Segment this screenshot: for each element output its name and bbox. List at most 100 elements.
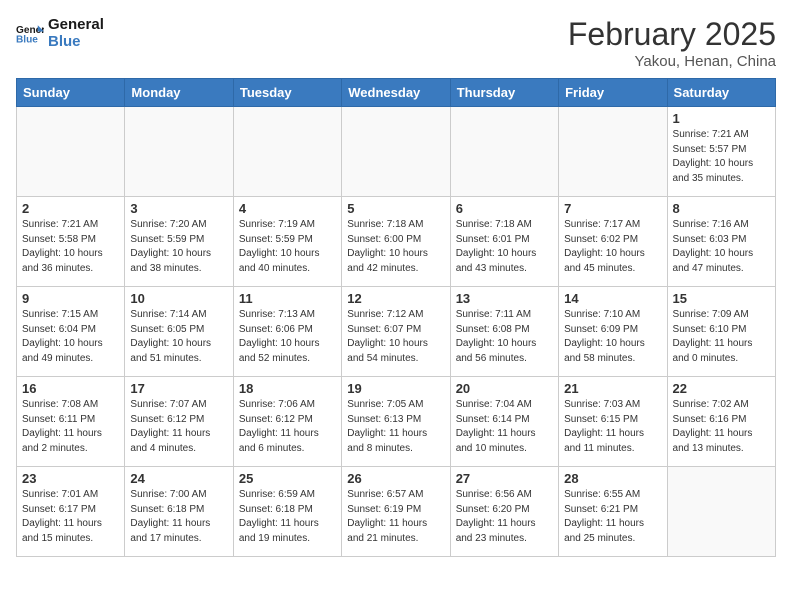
day-cell: 4Sunrise: 7:19 AM Sunset: 5:59 PM Daylig…: [233, 197, 341, 287]
day-number: 8: [673, 201, 770, 216]
col-header-tuesday: Tuesday: [233, 79, 341, 107]
day-cell: 16 Sunrise: 7:08 AM Sunset: 6:11 PM Dayli…: [17, 377, 125, 467]
day-number: 1: [673, 111, 770, 126]
day-cell: 5Sunrise: 7:18 AM Sunset: 6:00 PM Daylig…: [342, 197, 450, 287]
day-info: Sunrise: 7:06 AM Sunset: 6:12 PM Dayligh…: [239, 398, 336, 456]
day-info: Sunrise: 7:14 AM Sunset: 6:05 PM Dayligh…: [130, 308, 227, 366]
col-header-friday: Friday: [559, 79, 667, 107]
day-info: Sunrise: 7:00 AM Sunset: 6:18 PM Dayligh…: [130, 488, 227, 546]
day-number: 17: [130, 381, 227, 396]
calendar-table: SundayMondayTuesdayWednesdayThursdayFrid…: [16, 78, 776, 557]
day-info: Sunrise: 7:20 AM Sunset: 5:59 PM Dayligh…: [130, 218, 227, 276]
day-cell: [450, 107, 558, 197]
day-info: Sunrise: 7:03 AM Sunset: 6:15 PM Dayligh…: [564, 398, 661, 456]
day-info: Sunrise: 7:07 AM Sunset: 6:12 PM Dayligh…: [130, 398, 227, 456]
day-cell: 27 Sunrise: 6:56 AM Sunset: 6:20 PM Dayli…: [450, 467, 558, 557]
week-row-5: 23 Sunrise: 7:01 AM Sunset: 6:17 PM Dayli…: [17, 467, 776, 557]
day-number: 15: [673, 291, 770, 306]
day-number: 16: [22, 381, 119, 396]
page-header: General Blue General Blue February 2025 …: [16, 16, 776, 70]
day-cell: 12Sunrise: 7:12 AM Sunset: 6:07 PM Dayli…: [342, 287, 450, 377]
day-number: 11: [239, 291, 336, 306]
day-cell: 24Sunrise: 7:00 AM Sunset: 6:18 PM Dayli…: [125, 467, 233, 557]
col-header-sunday: Sunday: [17, 79, 125, 107]
day-info: Sunrise: 7:16 AM Sunset: 6:03 PM Dayligh…: [673, 218, 770, 276]
day-number: 18: [239, 381, 336, 396]
day-number: 3: [130, 201, 227, 216]
day-cell: 6 Sunrise: 7:18 AM Sunset: 6:01 PM Daylig…: [450, 197, 558, 287]
day-info: Sunrise: 7:17 AM Sunset: 6:02 PM Dayligh…: [564, 218, 661, 276]
day-cell: 8 Sunrise: 7:16 AM Sunset: 6:03 PM Daylig…: [667, 197, 775, 287]
day-number: 21: [564, 381, 661, 396]
day-info: Sunrise: 7:09 AM Sunset: 6:10 PM Dayligh…: [673, 308, 770, 366]
day-info: Sunrise: 7:15 AM Sunset: 6:04 PM Dayligh…: [22, 308, 119, 366]
day-number: 2: [22, 201, 119, 216]
day-cell: [233, 107, 341, 197]
day-cell: 15 Sunrise: 7:09 AM Sunset: 6:10 PM Dayli…: [667, 287, 775, 377]
day-number: 5: [347, 201, 444, 216]
day-number: 23: [22, 471, 119, 486]
col-header-thursday: Thursday: [450, 79, 558, 107]
day-number: 9: [22, 291, 119, 306]
day-cell: 3 Sunrise: 7:20 AM Sunset: 5:59 PM Daylig…: [125, 197, 233, 287]
month-title: February 2025: [568, 16, 776, 53]
day-cell: 2 Sunrise: 7:21 AM Sunset: 5:58 PM Daylig…: [17, 197, 125, 287]
day-cell: [342, 107, 450, 197]
day-info: Sunrise: 7:08 AM Sunset: 6:11 PM Dayligh…: [22, 398, 119, 456]
day-cell: 17 Sunrise: 7:07 AM Sunset: 6:12 PM Dayli…: [125, 377, 233, 467]
day-number: 4: [239, 201, 336, 216]
day-info: Sunrise: 7:21 AM Sunset: 5:58 PM Dayligh…: [22, 218, 119, 276]
day-cell: 22 Sunrise: 7:02 AM Sunset: 6:16 PM Dayli…: [667, 377, 775, 467]
day-cell: 1Sunrise: 7:21 AM Sunset: 5:57 PM Daylig…: [667, 107, 775, 197]
week-row-3: 9 Sunrise: 7:15 AM Sunset: 6:04 PM Daylig…: [17, 287, 776, 377]
day-info: Sunrise: 7:11 AM Sunset: 6:08 PM Dayligh…: [456, 308, 553, 366]
week-row-4: 16 Sunrise: 7:08 AM Sunset: 6:11 PM Dayli…: [17, 377, 776, 467]
day-cell: 18 Sunrise: 7:06 AM Sunset: 6:12 PM Dayli…: [233, 377, 341, 467]
day-info: Sunrise: 7:02 AM Sunset: 6:16 PM Dayligh…: [673, 398, 770, 456]
col-header-monday: Monday: [125, 79, 233, 107]
day-cell: 26 Sunrise: 6:57 AM Sunset: 6:19 PM Dayli…: [342, 467, 450, 557]
day-cell: 28Sunrise: 6:55 AM Sunset: 6:21 PM Dayli…: [559, 467, 667, 557]
day-info: Sunrise: 6:59 AM Sunset: 6:18 PM Dayligh…: [239, 488, 336, 546]
day-info: Sunrise: 6:57 AM Sunset: 6:19 PM Dayligh…: [347, 488, 444, 546]
day-cell: [559, 107, 667, 197]
day-cell: 9 Sunrise: 7:15 AM Sunset: 6:04 PM Daylig…: [17, 287, 125, 377]
logo-icon: General Blue: [16, 19, 44, 47]
day-info: Sunrise: 7:13 AM Sunset: 6:06 PM Dayligh…: [239, 308, 336, 366]
day-number: 7: [564, 201, 661, 216]
day-cell: 14 Sunrise: 7:10 AM Sunset: 6:09 PM Dayli…: [559, 287, 667, 377]
day-info: Sunrise: 7:01 AM Sunset: 6:17 PM Dayligh…: [22, 488, 119, 546]
day-cell: 19 Sunrise: 7:05 AM Sunset: 6:13 PM Dayli…: [342, 377, 450, 467]
day-cell: 11 Sunrise: 7:13 AM Sunset: 6:06 PM Dayli…: [233, 287, 341, 377]
day-number: 27: [456, 471, 553, 486]
calendar-header-row: SundayMondayTuesdayWednesdayThursdayFrid…: [17, 79, 776, 107]
day-cell: 20Sunrise: 7:04 AM Sunset: 6:14 PM Dayli…: [450, 377, 558, 467]
logo: General Blue General Blue: [16, 16, 104, 51]
day-info: Sunrise: 7:18 AM Sunset: 6:01 PM Dayligh…: [456, 218, 553, 276]
day-number: 10: [130, 291, 227, 306]
day-cell: 25Sunrise: 6:59 AM Sunset: 6:18 PM Dayli…: [233, 467, 341, 557]
day-number: 12: [347, 291, 444, 306]
day-info: Sunrise: 7:05 AM Sunset: 6:13 PM Dayligh…: [347, 398, 444, 456]
day-info: Sunrise: 7:10 AM Sunset: 6:09 PM Dayligh…: [564, 308, 661, 366]
day-cell: 10 Sunrise: 7:14 AM Sunset: 6:05 PM Dayli…: [125, 287, 233, 377]
day-number: 14: [564, 291, 661, 306]
day-cell: [667, 467, 775, 557]
day-number: 22: [673, 381, 770, 396]
day-number: 20: [456, 381, 553, 396]
day-cell: 7 Sunrise: 7:17 AM Sunset: 6:02 PM Daylig…: [559, 197, 667, 287]
day-cell: 21 Sunrise: 7:03 AM Sunset: 6:15 PM Dayli…: [559, 377, 667, 467]
day-number: 26: [347, 471, 444, 486]
day-cell: [17, 107, 125, 197]
day-cell: [125, 107, 233, 197]
day-cell: 23 Sunrise: 7:01 AM Sunset: 6:17 PM Dayli…: [17, 467, 125, 557]
day-number: 6: [456, 201, 553, 216]
day-cell: 13Sunrise: 7:11 AM Sunset: 6:08 PM Dayli…: [450, 287, 558, 377]
title-block: February 2025 Yakou, Henan, China: [568, 16, 776, 70]
day-info: Sunrise: 6:56 AM Sunset: 6:20 PM Dayligh…: [456, 488, 553, 546]
day-info: Sunrise: 6:55 AM Sunset: 6:21 PM Dayligh…: [564, 488, 661, 546]
col-header-saturday: Saturday: [667, 79, 775, 107]
logo-text-general: General: [48, 16, 104, 33]
logo-text-blue: Blue: [48, 33, 104, 50]
day-number: 19: [347, 381, 444, 396]
